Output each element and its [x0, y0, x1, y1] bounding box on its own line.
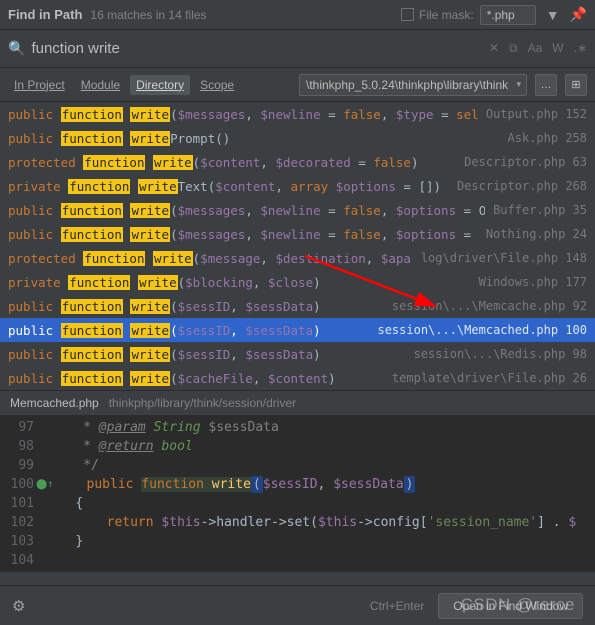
file-mask-input[interactable]: [480, 5, 536, 25]
gear-icon[interactable]: ⚙: [12, 597, 25, 615]
recursive-button[interactable]: ⊞: [565, 74, 587, 96]
result-row[interactable]: protected function write($content, $deco…: [0, 150, 595, 174]
pin-icon[interactable]: 📌: [570, 6, 587, 23]
match-count: 16 matches in 14 files: [90, 8, 206, 22]
editor-line: 99 */: [0, 456, 595, 475]
tab-module[interactable]: Module: [75, 75, 126, 95]
regex-toggle[interactable]: .∗: [574, 41, 587, 56]
search-input[interactable]: [31, 40, 489, 57]
editor-line: 97 * @param String $sessData: [0, 418, 595, 437]
shortcut-hint: Ctrl+Enter: [370, 599, 424, 613]
preview-path: thinkphp/library/think/session/driver: [109, 396, 296, 410]
result-row[interactable]: public function write($messages, $newlin…: [0, 198, 595, 222]
result-row[interactable]: private function write($blocking, $close…: [0, 270, 595, 294]
directory-path-combo[interactable]: \thinkphp_5.0.24\thinkphp\library\think: [299, 74, 527, 96]
editor-line: 102 return $this->handler->set($this->co…: [0, 513, 595, 532]
browse-button[interactable]: …: [535, 74, 557, 96]
result-row[interactable]: public function write($sessID, $sessData…: [0, 294, 595, 318]
editor-line: 101 {: [0, 494, 595, 513]
result-row[interactable]: public function write($cacheFile, $conte…: [0, 366, 595, 390]
result-row[interactable]: public function write($messages, $newlin…: [0, 222, 595, 246]
editor-line: 104: [0, 551, 595, 570]
editor-line: 100⬤↑ public function write($sessID, $se…: [0, 475, 595, 494]
word-toggle[interactable]: W: [552, 41, 563, 56]
editor-line: 103 }: [0, 532, 595, 551]
result-row[interactable]: private function writeText($content, arr…: [0, 174, 595, 198]
tab-scope[interactable]: Scope: [194, 75, 240, 95]
history-icon[interactable]: ⧉: [509, 41, 518, 56]
preview-filename: Memcached.php: [10, 396, 99, 410]
filter-icon[interactable]: ▼: [546, 7, 560, 23]
dialog-title: Find in Path: [8, 7, 82, 22]
result-row[interactable]: public function writePrompt()Ask.php 258: [0, 126, 595, 150]
tab-directory[interactable]: Directory: [130, 75, 190, 95]
open-in-find-window-button[interactable]: Open in Find Window: [438, 593, 583, 619]
result-row[interactable]: public function write($sessID, $sessData…: [0, 342, 595, 366]
search-icon: 🔍: [8, 40, 25, 57]
file-mask-label: File mask:: [419, 8, 474, 22]
result-row[interactable]: public function write($messages, $newlin…: [0, 102, 595, 126]
case-toggle[interactable]: Aa: [528, 41, 543, 56]
editor-line: 98 * @return bool: [0, 437, 595, 456]
tab-in-project[interactable]: In Project: [8, 75, 71, 95]
result-row[interactable]: public function write($sessID, $sessData…: [0, 318, 595, 342]
result-row[interactable]: protected function write($message, $dest…: [0, 246, 595, 270]
clear-icon[interactable]: ✕: [489, 41, 499, 56]
file-mask-checkbox[interactable]: [401, 8, 414, 21]
